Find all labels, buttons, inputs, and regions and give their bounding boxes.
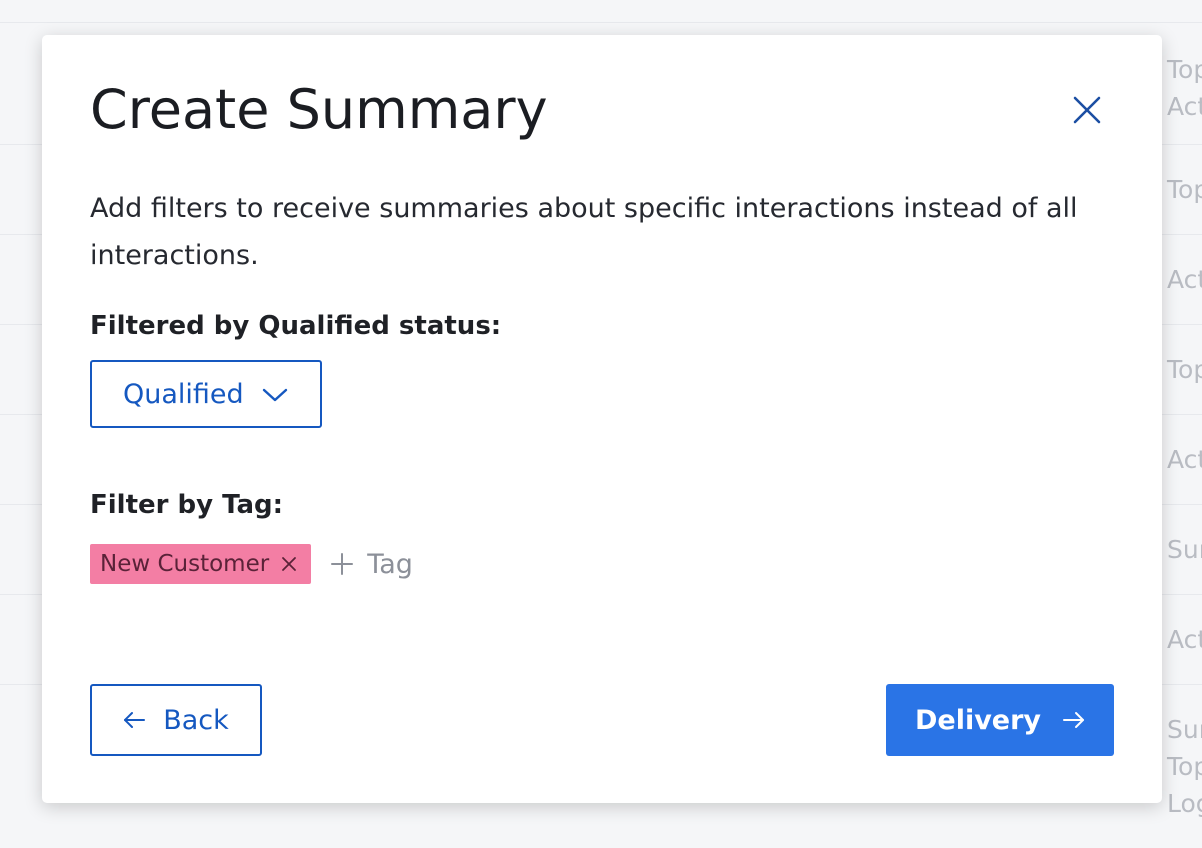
table-cell: Sur <box>1167 535 1202 564</box>
modal-description: Add filters to receive summaries about s… <box>90 193 1078 271</box>
back-button-label: Back <box>163 704 229 736</box>
plus-icon <box>331 553 354 575</box>
table-cell: Top <box>1167 175 1202 204</box>
table-cell: Top Act <box>1167 55 1202 121</box>
modal-title: Create Summary <box>90 78 548 141</box>
chevron-down-icon <box>262 386 288 404</box>
back-button[interactable]: Back <box>90 684 262 756</box>
create-summary-modal: Create Summary Add filters to receive su… <box>42 35 1162 803</box>
delivery-button-label: Delivery <box>914 704 1042 736</box>
add-tag-button[interactable]: Tag <box>331 549 413 580</box>
qualified-status-value: Qualified <box>123 378 244 410</box>
qualified-filter-label: Filtered by Qualified status: <box>90 311 502 341</box>
tag-chip-label: New Customer <box>100 551 270 577</box>
table-cell: Act <box>1167 265 1202 294</box>
table-cell: Top <box>1167 355 1202 384</box>
table-cell: Act <box>1167 625 1202 654</box>
table-cell: Act <box>1167 445 1202 474</box>
add-tag-label: Tag <box>367 548 413 580</box>
tag-list: New Customer Tag <box>90 544 413 584</box>
arrow-right-icon <box>1063 711 1085 729</box>
qualified-status-dropdown[interactable]: Qualified <box>90 360 322 428</box>
delivery-button[interactable]: Delivery <box>886 684 1114 756</box>
table-cell: Sur Top Log <box>1167 715 1202 818</box>
remove-tag-icon[interactable] <box>281 556 297 572</box>
close-icon[interactable] <box>1072 95 1102 125</box>
tag-filter-label: Filter by Tag: <box>90 490 284 520</box>
arrow-left-icon <box>123 711 146 729</box>
tag-chip: New Customer <box>90 544 312 584</box>
